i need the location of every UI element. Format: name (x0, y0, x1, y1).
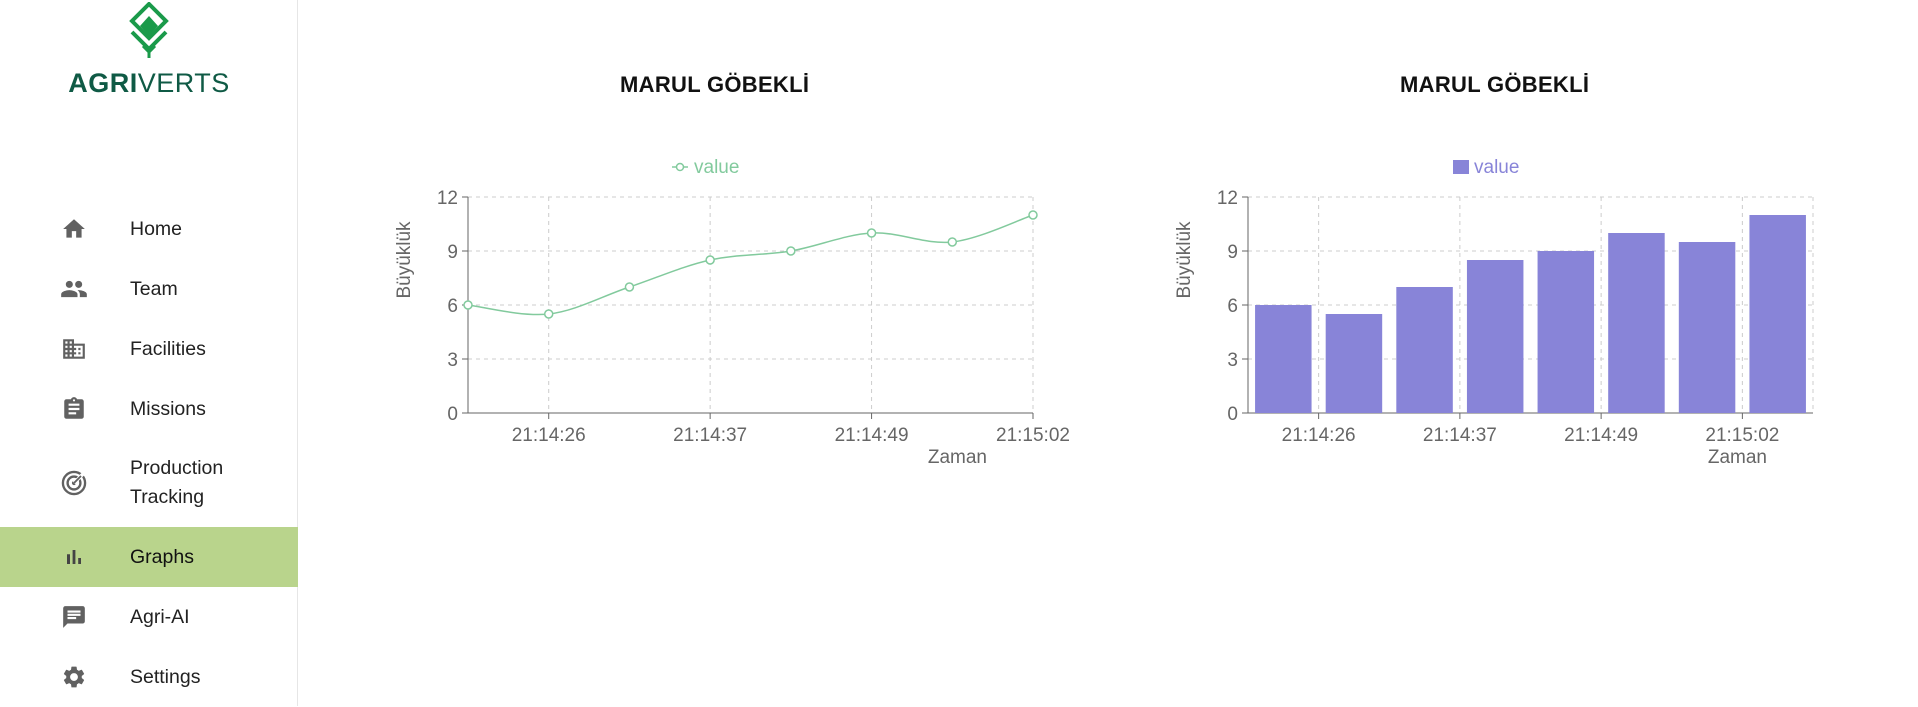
data-point[interactable] (543, 309, 554, 319)
chart-axes: 0 3 6 9 12 21:14:26 21:14:37 21:14:49 21:15:02 (437, 188, 1070, 446)
chart-series (1255, 215, 1806, 413)
chart-series (463, 210, 1038, 319)
x-tick-label: 21:14:49 (1564, 425, 1638, 446)
y-tick-label: 6 (447, 296, 458, 317)
sidebar-item-label: Production Tracking (130, 457, 224, 508)
sidebar-item-graphs[interactable]: Graphs (0, 527, 298, 587)
chart-title: MARUL GÖBEKLİ (620, 72, 810, 97)
x-tick-label: 21:15:02 (996, 425, 1070, 446)
y-tick-label: 3 (1227, 350, 1238, 371)
bar[interactable] (1749, 215, 1806, 413)
brand-name: AGRIVERTS (68, 68, 230, 98)
legend-label: value (1474, 157, 1519, 178)
series-line (467, 214, 1034, 316)
legend-label: value (694, 157, 739, 178)
y-axis-label: Büyüklük (394, 221, 415, 299)
bar[interactable] (1608, 233, 1665, 413)
data-point[interactable] (947, 237, 958, 247)
y-tick-label: 9 (447, 242, 458, 263)
x-tick-label: 21:14:37 (673, 425, 747, 446)
data-point[interactable] (866, 228, 877, 238)
y-tick-label: 0 (447, 404, 458, 425)
bar[interactable] (1255, 305, 1312, 413)
building-icon (60, 335, 88, 363)
clipboard-icon (60, 395, 88, 423)
line-chart: 0 3 6 9 12 21:14:26 21:14:37 21:14:49 21:15:02 v… (394, 157, 1070, 468)
bar[interactable] (1396, 287, 1453, 413)
x-tick-label: 21:15:02 (1705, 425, 1779, 446)
sidebar-item-facilities[interactable]: Facilities (0, 319, 298, 379)
sidebar-item-label: Graphs (130, 545, 194, 568)
x-axis-label: Zaman (928, 447, 987, 468)
sidebar-item-label: Facilities (130, 337, 206, 360)
y-axis-label: Büyüklük (1174, 221, 1195, 299)
y-tick-label: 12 (437, 188, 458, 209)
chat-icon (60, 603, 88, 631)
sidebar-item-label: Settings (130, 665, 201, 688)
gear-icon (60, 663, 88, 691)
chart-title: MARUL GÖBEKLİ (1400, 72, 1590, 97)
logo[interactable]: AGRIVERTS (0, 0, 298, 110)
bar[interactable] (1537, 251, 1595, 413)
sidebar: AGRIVERTS Home Team Facilities Missions (0, 0, 298, 706)
sidebar-nav: Home Team Facilities Missions Production… (0, 199, 298, 707)
bar-chart-icon (60, 543, 88, 571)
radar-icon (60, 469, 88, 497)
people-icon (60, 275, 88, 303)
y-tick-label: 0 (1227, 404, 1238, 425)
sidebar-item-production-tracking[interactable]: Production Tracking (0, 439, 298, 527)
x-axis-label: Zaman (1708, 447, 1767, 468)
chart-legend[interactable]: value (672, 157, 739, 178)
data-point[interactable] (786, 246, 796, 256)
x-tick-label: 21:14:37 (1423, 425, 1497, 446)
x-tick-label: 21:14:26 (512, 425, 586, 446)
sidebar-item-label: Missions (130, 397, 206, 420)
sidebar-item-missions[interactable]: Missions (0, 379, 298, 439)
y-tick-label: 3 (447, 350, 458, 371)
home-icon (60, 215, 88, 243)
sidebar-item-label: Home (130, 217, 183, 240)
bar[interactable] (1466, 260, 1524, 413)
bar-chart: 0 3 6 9 12 21:14:26 21:14:37 21:14:49 21:15:02 v… (1174, 157, 1814, 468)
sidebar-item-label: Team (130, 277, 178, 300)
x-tick-label: 21:14:49 (835, 425, 909, 446)
y-tick-label: 6 (1227, 296, 1238, 317)
sidebar-item-agri-ai[interactable]: Agri-AI (0, 587, 298, 647)
sidebar-item-label: Agri-AI (130, 605, 190, 628)
y-tick-label: 9 (1227, 242, 1238, 263)
logo-leaf-icon (129, 2, 169, 58)
chart-legend[interactable]: value (1453, 157, 1519, 178)
bar[interactable] (1325, 314, 1383, 413)
sidebar-item-settings[interactable]: Settings (0, 647, 298, 707)
sidebar-item-team[interactable]: Team (0, 259, 298, 319)
x-tick-label: 21:14:26 (1282, 425, 1356, 446)
data-point[interactable] (624, 282, 635, 292)
data-point[interactable] (463, 300, 473, 310)
bar[interactable] (1678, 242, 1736, 413)
sidebar-item-home[interactable]: Home (0, 199, 298, 259)
data-point[interactable] (1028, 210, 1038, 220)
chart-grid (468, 196, 1034, 413)
y-tick-label: 12 (1217, 188, 1238, 209)
data-point[interactable] (705, 255, 715, 265)
